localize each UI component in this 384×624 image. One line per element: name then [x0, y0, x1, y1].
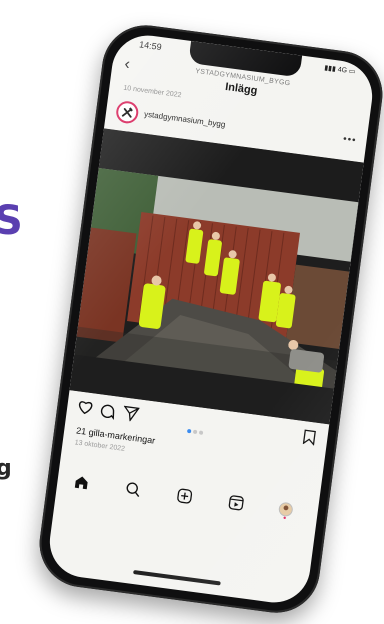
home-icon[interactable]	[72, 474, 91, 497]
search-icon[interactable]	[123, 480, 142, 503]
pager-dot-active	[186, 428, 192, 434]
bookmark-icon[interactable]	[302, 429, 317, 450]
comment-icon[interactable]	[97, 402, 116, 425]
post-image[interactable]	[69, 128, 364, 425]
plus-square-icon[interactable]	[175, 487, 194, 510]
more-dots-icon[interactable]: •••	[342, 134, 357, 147]
status-signal: ▮▮▮ 4G ▭	[323, 64, 356, 76]
post-username[interactable]: ystadgymnasium_bygg	[144, 110, 226, 130]
photo-scene: 14:59 ▮▮▮ 4G ▭ ‹ YSTADGYMNASIUM_BYGG Inl…	[0, 0, 384, 624]
status-time: 14:59	[138, 39, 163, 53]
home-indicator	[133, 570, 221, 586]
post-date: 13 oktober 2022	[74, 439, 126, 453]
pager-dot	[198, 430, 204, 435]
bottom-tab-bar	[55, 465, 319, 533]
pager-dot	[192, 429, 198, 435]
phone-screen: 14:59 ▮▮▮ 4G ▭ ‹ YSTADGYMNASIUM_BYGG Inl…	[45, 31, 377, 607]
image-pager	[185, 420, 205, 440]
smartphone: 14:59 ▮▮▮ 4G ▭ ‹ YSTADGYMNASIUM_BYGG Inl…	[34, 20, 384, 618]
reels-icon[interactable]	[227, 494, 246, 517]
construction-photo	[69, 128, 364, 425]
profile-avatar-icon[interactable]	[276, 500, 295, 525]
header-date: 10 november 2022	[122, 84, 182, 100]
signal-icon: ▮▮▮	[323, 64, 339, 74]
battery-icon: ▭	[346, 67, 356, 76]
heart-icon[interactable]	[76, 399, 94, 420]
avatar[interactable]	[114, 99, 140, 125]
send-icon[interactable]	[121, 405, 140, 427]
tools-icon	[121, 107, 133, 118]
